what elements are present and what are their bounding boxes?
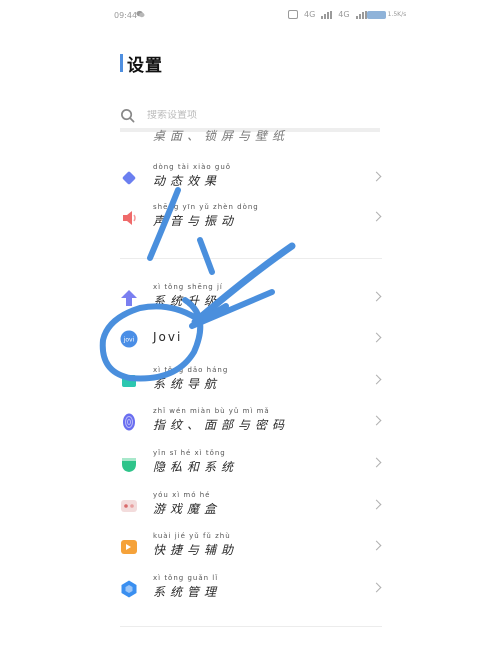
chevron-right-icon — [371, 374, 382, 385]
settings-item-pinyin: zhǐ wén miàn bù yǔ mì mǎ — [153, 407, 270, 415]
settings-item-label: 声音与振动 — [153, 214, 239, 228]
chevron-right-icon — [371, 540, 382, 551]
settings-item-sound-vibration[interactable]: shēng yīn yǔ zhèn dòng 声音与振动 — [120, 203, 382, 233]
chevron-right-icon — [371, 171, 382, 182]
settings-item-system-navigation[interactable]: xì tǒng dǎo háng 系统导航 — [120, 366, 382, 396]
bottom-divider — [120, 626, 382, 627]
settings-item-motion-effects[interactable]: dòng tài xiào guǒ 动态效果 — [120, 163, 382, 193]
shortcut-icon — [121, 540, 137, 554]
signal-icon-1 — [321, 10, 333, 19]
settings-item-label: 隐私和系统 — [153, 460, 239, 474]
settings-item-pinyin: kuài jié yǔ fǔ zhù — [153, 532, 231, 540]
settings-item-game-box[interactable]: yóu xì mó hé 游戏魔盒 — [120, 491, 382, 521]
title-accent-bar — [120, 54, 123, 72]
settings-item-label: 系统管理 — [153, 585, 222, 599]
chevron-right-icon — [371, 415, 382, 426]
settings-item-system-upgrade[interactable]: xì tǒng shēng jí 系统升级 — [120, 283, 382, 313]
game-box-icon — [121, 500, 137, 512]
settings-item-label: 快捷与辅助 — [153, 543, 239, 557]
settings-item-label: 指纹、面部与密码 — [153, 418, 290, 432]
network-type-1: 4G — [304, 10, 316, 19]
status-time: 09:44 — [114, 11, 138, 20]
navigation-icon — [122, 375, 136, 387]
settings-item-pinyin: xì tǒng dǎo háng — [153, 366, 229, 374]
signal-icon-2 — [355, 10, 367, 19]
system-management-icon — [121, 580, 137, 598]
settings-item-label: 桌面、锁屏与壁纸 — [153, 129, 290, 142]
chevron-right-icon — [371, 499, 382, 510]
title-bar: 设置 — [120, 52, 163, 76]
settings-item-pinyin: yǐn sī hé xì tǒng — [153, 449, 226, 457]
privacy-shield-icon — [122, 458, 136, 472]
network-speed: 1.5K/s — [387, 11, 407, 18]
chevron-right-icon — [371, 291, 382, 302]
battery-icon — [367, 11, 386, 19]
settings-item-label: 系统升级 — [153, 294, 222, 308]
settings-item-pinyin: xì tǒng guǎn lǐ — [153, 574, 219, 582]
chevron-right-icon — [371, 457, 382, 468]
status-icons: 4G 4G 1.5K/s — [288, 10, 406, 19]
settings-item-pinyin: shēng yīn yǔ zhèn dòng — [153, 203, 259, 211]
settings-item-system-management[interactable]: xì tǒng guǎn lǐ 系统管理 — [120, 574, 382, 604]
settings-item-shortcuts-accessibility[interactable]: kuài jié yǔ fǔ zhù 快捷与辅助 — [120, 532, 382, 562]
search-icon — [121, 108, 135, 122]
chevron-right-icon — [371, 211, 382, 222]
settings-item-label: 动态效果 — [153, 174, 222, 188]
network-type-2: 4G — [338, 10, 350, 19]
speaker-icon — [123, 211, 136, 225]
settings-item-pinyin: xì tǒng shēng jí — [153, 283, 223, 291]
settings-item-desktop-lockscreen[interactable]: 桌面、锁屏与壁纸 — [120, 128, 382, 142]
settings-item-label: 游戏魔盒 — [153, 502, 222, 516]
sim-card-icon — [288, 10, 298, 19]
settings-item-privacy-system[interactable]: yǐn sī hé xì tǒng 隐私和系统 — [120, 449, 382, 479]
search-bar[interactable] — [120, 104, 380, 126]
settings-item-pinyin: yóu xì mó hé — [153, 491, 211, 499]
status-bar: 09:44 4G 4G 1.5K/s — [0, 0, 500, 32]
chevron-right-icon — [371, 582, 382, 593]
diamond-icon — [122, 171, 136, 185]
settings-item-jovi[interactable]: jovi Jovi — [120, 324, 382, 354]
settings-item-label: 系统导航 — [153, 377, 222, 391]
settings-item-fingerprint-face-password[interactable]: zhǐ wén miàn bù yǔ mì mǎ 指纹、面部与密码 — [120, 407, 382, 437]
settings-item-pinyin: dòng tài xiào guǒ — [153, 163, 232, 171]
upgrade-arrow-icon — [121, 290, 137, 306]
search-input[interactable] — [147, 109, 347, 121]
chevron-right-icon — [371, 332, 382, 343]
page-title: 设置 — [127, 55, 163, 76]
jovi-icon: jovi — [120, 330, 138, 348]
wechat-icon — [136, 10, 145, 18]
svg-text:jovi: jovi — [123, 337, 135, 344]
fingerprint-icon — [123, 413, 135, 431]
settings-item-label: Jovi — [153, 330, 183, 344]
group-divider — [120, 258, 382, 259]
annotation-stroke-middle — [197, 237, 215, 275]
